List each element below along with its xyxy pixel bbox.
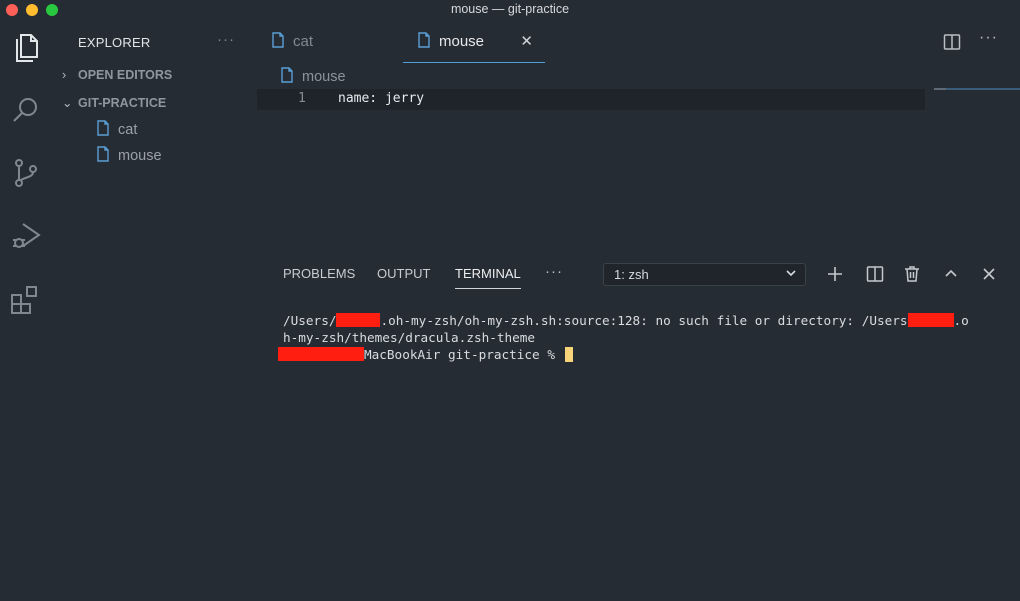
redaction-box <box>336 313 381 327</box>
terminal-text: .o <box>953 313 969 328</box>
file-icon <box>281 67 293 83</box>
panel-more-icon[interactable]: ··· <box>545 263 563 280</box>
redaction-box <box>907 313 954 327</box>
split-editor-icon[interactable] <box>942 32 962 52</box>
tab-problems[interactable]: PROBLEMS <box>283 266 355 281</box>
close-tab-icon[interactable]: ✕ <box>520 20 533 63</box>
code-line[interactable]: name: jerry <box>338 91 424 106</box>
close-panel-icon[interactable] <box>979 264 999 284</box>
source-control-icon[interactable] <box>8 155 44 191</box>
git-practice-label: GIT-PRACTICE <box>78 96 167 110</box>
run-debug-icon[interactable] <box>8 218 44 254</box>
file-icon <box>97 120 109 136</box>
terminal-prompt: MacBookAir git-practice % <box>364 347 563 362</box>
git-practice-section[interactable]: ⌄ GIT-PRACTICE <box>62 95 166 115</box>
open-editors-label: OPEN EDITORS <box>78 68 173 82</box>
explorer-title: EXPLORER <box>78 35 151 50</box>
file-label: cat <box>118 122 138 138</box>
activity-bar <box>0 20 52 601</box>
explorer-sidebar: EXPLORER ··· › OPEN EDITORS ⌄ GIT-PRACTICE… <box>52 20 257 601</box>
file-icon <box>272 32 284 48</box>
file-icon <box>418 32 430 48</box>
breadcrumb[interactable]: mouse <box>280 67 346 85</box>
tab-label: mouse <box>439 33 485 50</box>
extensions-icon[interactable] <box>8 281 44 317</box>
line-number: 1 <box>298 91 306 106</box>
search-icon[interactable] <box>8 92 44 128</box>
chevron-down-icon: ⌄ <box>62 96 73 110</box>
terminal-cursor <box>564 347 573 362</box>
redaction-box <box>278 347 364 361</box>
file-label: mouse <box>118 148 162 164</box>
file-icon <box>97 146 109 162</box>
window-title: mouse — git-practice <box>450 2 570 16</box>
terminal-select[interactable]: 1: zsh <box>603 263 806 286</box>
breadcrumb-file: mouse <box>302 69 346 85</box>
terminal-text: .oh-my-zsh/oh-my-zsh.sh:source:128: no s… <box>380 313 908 328</box>
explorer-icon[interactable] <box>8 29 44 65</box>
editor-tab-bar: cat mouse ✕ ··· <box>257 20 1020 63</box>
chevron-right-icon: › <box>62 68 67 82</box>
title-bar: mouse — git-practice <box>0 0 1020 20</box>
more-actions-icon[interactable]: ··· <box>979 29 999 49</box>
trash-icon[interactable] <box>902 264 922 284</box>
new-terminal-icon[interactable] <box>825 264 845 284</box>
split-terminal-icon[interactable] <box>865 264 885 284</box>
terminal-text: h-my-zsh/themes/dracula.zsh-theme <box>283 330 536 345</box>
terminal-output[interactable]: /Users/ .oh-my-zsh/oh-my-zsh.sh:source:12… <box>278 312 969 363</box>
tab-output[interactable]: OUTPUT <box>377 266 430 281</box>
panel-tab-bar: PROBLEMS OUTPUT TERMINAL ··· 1: zsh <box>257 258 1020 292</box>
maximize-panel-icon[interactable] <box>941 264 961 284</box>
tab-cat[interactable]: cat <box>271 20 401 63</box>
open-editors-section[interactable]: › OPEN EDITORS <box>62 68 172 88</box>
tab-mouse[interactable]: mouse ✕ <box>403 20 545 63</box>
minimap-slider[interactable] <box>934 88 946 90</box>
tab-label: cat <box>293 33 314 50</box>
explorer-more-actions-icon[interactable]: ··· <box>217 31 235 48</box>
chevron-down-icon <box>786 270 796 277</box>
minimap[interactable] <box>934 88 1020 90</box>
terminal-text: /Users/ <box>283 313 337 328</box>
file-item-cat[interactable]: cat <box>96 120 137 140</box>
terminal-select-value: 1: zsh <box>614 267 649 282</box>
file-item-mouse[interactable]: mouse <box>96 146 162 166</box>
tab-terminal[interactable]: TERMINAL <box>455 266 521 289</box>
